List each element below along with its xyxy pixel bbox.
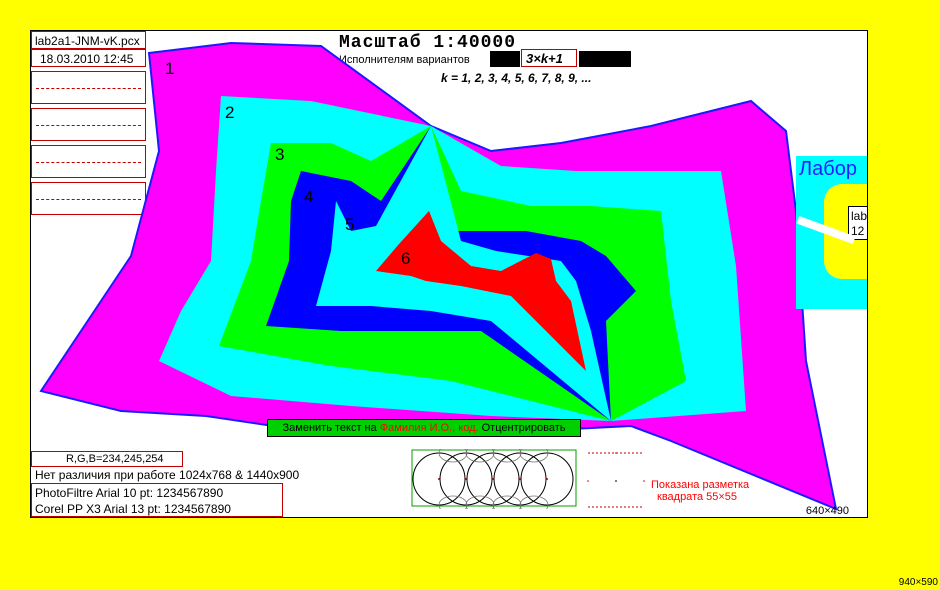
photofiltre-text: PhotoFiltre Arial 10 pt: 1234567890 <box>35 486 224 500</box>
instruction-suffix: Отцентрировать <box>478 422 566 434</box>
marking-note-1: Показана разметка <box>651 479 750 491</box>
rgb-text: R,G,B=234,245,254 <box>66 453 164 465</box>
marking-grid <box>587 452 645 508</box>
rgb-box: R,G,B=234,245,254 <box>31 451 183 467</box>
instruction-bar: Заменить текст на Фамилия И.О., код. Отц… <box>267 419 581 437</box>
marking-note-2: квадрата 55×55 <box>657 491 738 503</box>
circle-pattern <box>411 449 577 509</box>
zone-label-4: 4 <box>304 187 314 206</box>
zone-label-3: 3 <box>275 145 285 164</box>
preview-title: Лабор <box>799 158 857 180</box>
no-difference-text: Нет различия при работе 1024x768 & 1440x… <box>35 468 300 482</box>
instruction-highlight: Фамилия И.О., код. <box>379 422 479 434</box>
font-test-box: PhotoFiltre Arial 10 pt: 1234567890 Core… <box>31 483 283 517</box>
drawing-canvas: lab2a1-JNM-vK.pcx 18.03.2010 12:45 Масшт… <box>30 30 868 518</box>
size-label: 640×490 <box>805 505 849 517</box>
zone-label-5: 5 <box>345 215 355 234</box>
instruction-prefix: Заменить текст на <box>282 422 380 434</box>
zone-label-1: 1 <box>165 59 175 78</box>
preview-box-line1: lab <box>851 209 868 223</box>
zone-label-2: 2 <box>225 103 235 122</box>
zone-label-6: 6 <box>401 249 411 268</box>
preview-thumbnail: Лабор lab 12 <box>796 156 868 309</box>
zone-map <box>39 41 838 511</box>
outer-size-label: 940×590 <box>898 577 938 588</box>
corel-text: Corel PP X3 Arial 13 pt: 1234567890 <box>35 502 231 516</box>
